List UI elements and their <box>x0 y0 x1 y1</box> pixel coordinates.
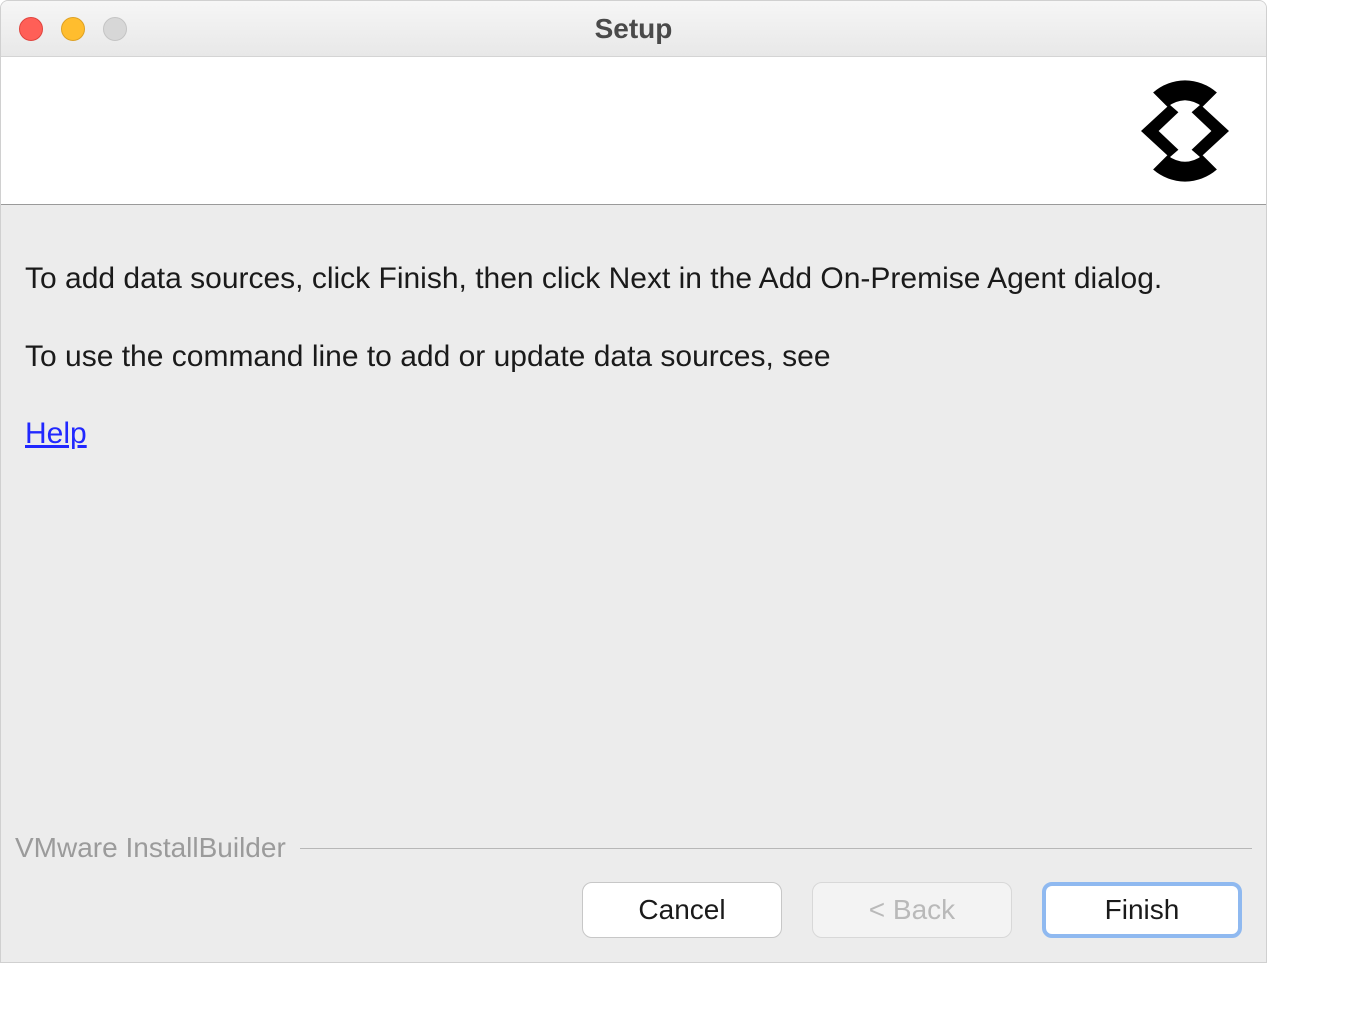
cancel-button[interactable]: Cancel <box>582 882 782 938</box>
help-link[interactable]: Help <box>25 417 87 450</box>
zoom-window-icon <box>103 17 127 41</box>
footer-brand-text: VMware InstallBuilder <box>15 832 286 864</box>
close-window-icon[interactable] <box>19 17 43 41</box>
instruction-paragraph-2: To use the command line to add or update… <box>25 337 1242 377</box>
minimize-window-icon[interactable] <box>61 17 85 41</box>
footer-divider <box>300 848 1252 849</box>
setup-window: Setup To add data sources, click Finish,… <box>0 0 1267 963</box>
traffic-lights <box>1 17 127 41</box>
wizard-content: To add data sources, click Finish, then … <box>1 205 1266 832</box>
titlebar[interactable]: Setup <box>1 1 1266 57</box>
app-logo-icon <box>1130 76 1240 186</box>
header-band <box>1 57 1266 205</box>
footer-brand-row: VMware InstallBuilder <box>1 832 1266 864</box>
window-title: Setup <box>595 13 673 45</box>
back-button: < Back <box>812 882 1012 938</box>
instruction-paragraph-1: To add data sources, click Finish, then … <box>25 259 1242 299</box>
wizard-buttons: Cancel < Back Finish <box>1 882 1266 962</box>
finish-button[interactable]: Finish <box>1042 882 1242 938</box>
